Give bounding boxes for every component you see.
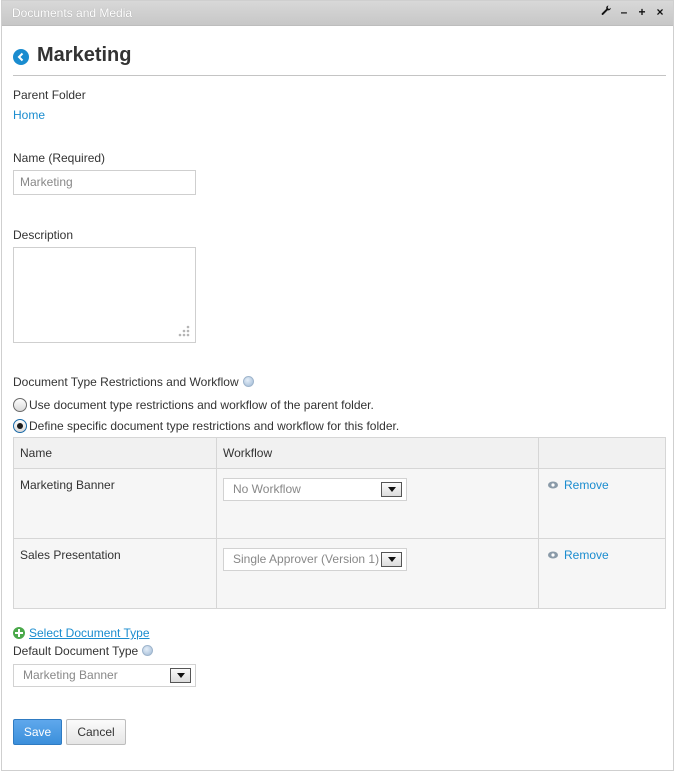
parent-folder-label: Parent Folder [13,88,86,102]
portlet-title: Documents and Media [12,6,133,20]
column-header-workflow: Workflow [216,437,539,469]
help-icon[interactable] [242,376,254,388]
close-icon[interactable]: × [655,5,665,19]
dropdown-arrow-icon[interactable] [381,482,402,497]
help-icon[interactable] [142,645,154,657]
portlet-window: Documents and Media – + × Marketing Pare… [1,0,674,771]
back-icon[interactable] [13,49,29,65]
name-label: Name (Required) [13,151,106,165]
dropdown-arrow-icon[interactable] [381,552,402,567]
row-workflow: Single Approver (Version 1) [216,538,539,609]
remove-button[interactable]: Remove [547,478,609,492]
page-title: Marketing [37,44,132,66]
remove-icon [548,481,558,489]
table-header-row: Name Workflow [13,437,666,469]
radio-use-parent-label: Use document type restrictions and workf… [29,398,374,412]
workflow-select-value: Single Approver (Version 1) [233,552,380,566]
name-input[interactable]: Marketing [13,170,196,195]
cancel-button[interactable]: Cancel [66,719,126,745]
radio-use-parent-button[interactable] [13,398,27,412]
remove-icon [548,551,558,559]
description-label: Description [13,228,74,242]
select-document-type-link[interactable]: Select Document Type [29,626,150,640]
workflow-select[interactable]: No Workflow [223,478,407,501]
row-name: Sales Presentation [13,538,217,609]
row-workflow: No Workflow [216,468,539,539]
portlet-titlebar: Documents and Media – + × [2,1,673,26]
radio-define-specific[interactable]: Define specific document type restrictio… [13,418,399,434]
row-actions: Remove [538,468,666,539]
resize-grip-icon[interactable] [178,325,190,337]
minimize-icon[interactable]: – [619,5,629,19]
radio-define-specific-label: Define specific document type restrictio… [29,419,400,433]
workflow-select[interactable]: Single Approver (Version 1) [223,548,407,571]
workflow-select-value: No Workflow [233,482,301,496]
remove-link[interactable]: Remove [564,478,609,492]
add-icon[interactable] [13,626,25,639]
maximize-icon[interactable]: + [637,5,647,19]
remove-button[interactable]: Remove [547,548,609,562]
parent-folder-link[interactable]: Home [13,108,45,122]
radio-use-parent[interactable]: Use document type restrictions and workf… [13,397,374,413]
page-header: Marketing [13,26,666,76]
portlet-controls: – + × [601,5,665,19]
dropdown-arrow-icon[interactable] [170,668,191,683]
default-document-type-label-text: Default Document Type [13,644,139,658]
row-name: Marketing Banner [13,468,217,539]
remove-link[interactable]: Remove [564,548,609,562]
column-header-name: Name [13,437,217,469]
restrictions-label-text: Document Type Restrictions and Workflow [13,375,239,389]
column-header-actions [538,437,666,469]
default-document-type-value: Marketing Banner [23,668,118,682]
radio-define-specific-button[interactable] [13,419,27,433]
table-row: Sales Presentation Single Approver (Vers… [13,538,666,609]
save-button[interactable]: Save [13,719,62,745]
description-textarea[interactable] [13,247,196,343]
select-document-type[interactable]: Select Document Type [13,626,150,640]
document-types-table: Name Workflow Marketing Banner No Workfl… [13,437,666,609]
default-document-type-label: Default Document Type [13,644,154,658]
restrictions-label: Document Type Restrictions and Workflow [13,375,254,389]
table-row: Marketing Banner No Workflow Remove [13,468,666,539]
row-actions: Remove [538,538,666,609]
form-content: Marketing Parent Folder Home Name (Requi… [13,26,666,745]
default-document-type-select[interactable]: Marketing Banner [13,664,196,687]
wrench-icon[interactable] [601,5,611,19]
